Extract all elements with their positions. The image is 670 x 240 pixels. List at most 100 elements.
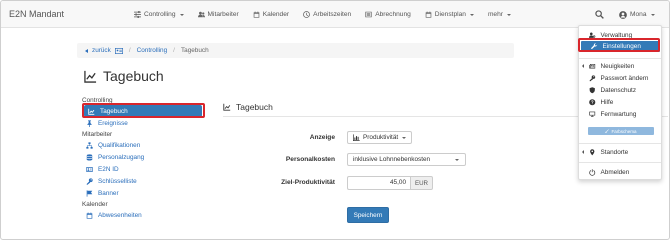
brand-name[interactable]: E2N Mandant bbox=[9, 9, 64, 19]
page-title: Tagebuch bbox=[84, 68, 164, 84]
zielproduktivitaet-input-group: 45,00 EUR bbox=[347, 176, 433, 190]
nav-label: Dienstplan bbox=[434, 11, 466, 18]
list-icon bbox=[365, 11, 372, 18]
calendar-icon bbox=[86, 212, 93, 219]
nav-dienstplan[interactable]: Dienstplan bbox=[425, 11, 474, 18]
sidebar-item-e2n-id[interactable]: E2N ID bbox=[82, 163, 207, 175]
menu-item-fernwartung[interactable]: Fernwartung bbox=[579, 109, 663, 120]
menu-item-label: Passwort ändern bbox=[600, 75, 649, 82]
chart-line-icon bbox=[84, 70, 97, 83]
caret-down-icon bbox=[455, 159, 459, 161]
sidebar-group-kalender: Kalender bbox=[82, 201, 108, 208]
menu-item-passwort-aendern[interactable]: Passwort ändern bbox=[579, 73, 663, 84]
menu-item-label: Datenschutz bbox=[600, 87, 637, 94]
app-window: E2N Mandant Controlling Mitarbeiter Kale… bbox=[0, 0, 670, 240]
sidebar-item-personalzugang[interactable]: Personalzugang bbox=[82, 151, 207, 163]
user-name: Mona bbox=[630, 11, 647, 18]
nav-label: Mitarbeiter bbox=[207, 11, 239, 18]
menu-item-label: Fernwartung bbox=[600, 111, 637, 118]
calendar-icon bbox=[425, 11, 432, 18]
caret-down-icon bbox=[650, 13, 655, 16]
menu-divider bbox=[579, 143, 661, 144]
key-icon bbox=[86, 177, 93, 185]
id-card-icon[interactable] bbox=[114, 47, 123, 54]
sidebar-item-banner[interactable]: Banner bbox=[82, 187, 207, 199]
menu-item-datenschutz[interactable]: Datenschutz bbox=[579, 85, 663, 96]
menu-item-label: Neuigkeiten bbox=[600, 63, 635, 70]
user-circle-icon bbox=[619, 10, 627, 19]
monitor-icon bbox=[589, 111, 596, 118]
sidebar-item-label: Banner bbox=[98, 189, 119, 197]
chart-bar-icon bbox=[353, 134, 360, 141]
main-nav: Controlling Mitarbeiter Kalender Arbeits… bbox=[134, 1, 525, 28]
nav-controlling[interactable]: Controlling bbox=[134, 11, 184, 18]
sidebar-item-qualifikationen[interactable]: Qualifikationen bbox=[82, 139, 207, 151]
sidebar-item-abwesenheiten[interactable]: Abwesenheiten bbox=[82, 209, 207, 221]
sidebar-item-label: Qualifikationen bbox=[98, 141, 141, 149]
anzeige-label: Anzeige bbox=[309, 134, 335, 141]
users-icon bbox=[197, 11, 205, 18]
anzeige-value: Produktivität bbox=[363, 134, 399, 141]
sidebar-group-mitarbeiter: Mitarbeiter bbox=[82, 131, 113, 138]
caret-left-icon bbox=[85, 48, 88, 53]
sidebar-item-schluesselliste[interactable]: Schlüsselliste bbox=[82, 175, 207, 187]
flag-icon bbox=[86, 189, 93, 197]
farbschema-label: Farbschema bbox=[611, 128, 637, 134]
menu-item-hilfe[interactable]: Hilfe bbox=[579, 97, 663, 108]
sidebar-item-label: Schlüsselliste bbox=[98, 177, 137, 185]
id-card-icon bbox=[86, 166, 93, 172]
caret-down-icon bbox=[469, 13, 474, 16]
personalkosten-select[interactable]: inklusive Lohnnebenkosten bbox=[347, 153, 466, 166]
pin-icon bbox=[87, 119, 92, 127]
breadcrumb-item-controlling[interactable]: Controlling bbox=[137, 47, 168, 54]
zielproduktivitaet-label: Ziel-Produktivität bbox=[281, 179, 335, 186]
menu-divider bbox=[579, 162, 661, 163]
caret-down-icon bbox=[179, 13, 184, 16]
calendar-icon bbox=[253, 11, 259, 18]
clock-icon bbox=[303, 11, 310, 18]
map-marker-icon bbox=[590, 149, 595, 156]
currency-addon: EUR bbox=[410, 176, 433, 190]
save-button[interactable]: Speichern bbox=[347, 207, 389, 223]
user-menu-toggle[interactable]: Mona bbox=[619, 1, 655, 28]
section-title-text: Tagebuch bbox=[236, 102, 273, 112]
nav-mitarbeiter[interactable]: Mitarbeiter bbox=[197, 11, 239, 18]
menu-item-abmelden[interactable]: Abmelden bbox=[579, 167, 663, 178]
sidebar-item-label: Abwesenheiten bbox=[98, 211, 142, 219]
search-icon[interactable] bbox=[595, 10, 604, 19]
nav-label: Abrechnung bbox=[375, 11, 411, 18]
sidebar-item-label: E2N ID bbox=[98, 165, 119, 173]
nav-label: Controlling bbox=[144, 11, 176, 18]
breadcrumb-item-tagebuch: Tagebuch bbox=[180, 47, 209, 54]
sliders-icon bbox=[134, 11, 141, 18]
nav-mehr[interactable]: mehr bbox=[488, 11, 511, 18]
caret-down-icon bbox=[402, 136, 407, 139]
nav-label: Kalender bbox=[262, 11, 290, 18]
menu-item-label: Hilfe bbox=[600, 99, 614, 106]
key-icon bbox=[589, 75, 596, 82]
nav-label: mehr bbox=[487, 11, 503, 18]
question-icon bbox=[589, 99, 596, 106]
shield-icon bbox=[589, 87, 595, 94]
nav-abrechnung[interactable]: Abrechnung bbox=[365, 11, 411, 18]
back-link[interactable]: zurück bbox=[92, 47, 111, 54]
zielproduktivitaet-input[interactable]: 45,00 bbox=[347, 176, 410, 190]
caret-down-icon bbox=[506, 13, 511, 16]
menu-item-label: Abmelden bbox=[600, 169, 630, 176]
sidebar-item-ereignisse[interactable]: Ereignisse bbox=[82, 117, 207, 129]
nav-arbeitszeiten[interactable]: Arbeitszeiten bbox=[303, 11, 351, 18]
news-icon bbox=[589, 64, 596, 69]
sidebar-item-label: Personalzugang bbox=[98, 153, 145, 161]
menu-divider bbox=[579, 58, 661, 59]
menu-item-neuigkeiten[interactable]: Neuigkeiten bbox=[579, 61, 663, 72]
nav-kalender[interactable]: Kalender bbox=[253, 11, 289, 18]
breadcrumb-separator: / bbox=[173, 47, 175, 54]
top-navbar: E2N Mandant Controlling Mitarbeiter Kale… bbox=[1, 1, 669, 28]
menu-item-standorte[interactable]: Standorte bbox=[579, 147, 663, 158]
power-icon bbox=[589, 169, 596, 176]
farbschema-button[interactable]: Farbschema bbox=[588, 127, 654, 135]
highlight-box bbox=[82, 103, 205, 118]
personalkosten-label: Personalkosten bbox=[285, 156, 335, 163]
nav-label: Arbeitszeiten bbox=[313, 11, 352, 18]
anzeige-dropdown[interactable]: Produktivität bbox=[347, 131, 413, 144]
